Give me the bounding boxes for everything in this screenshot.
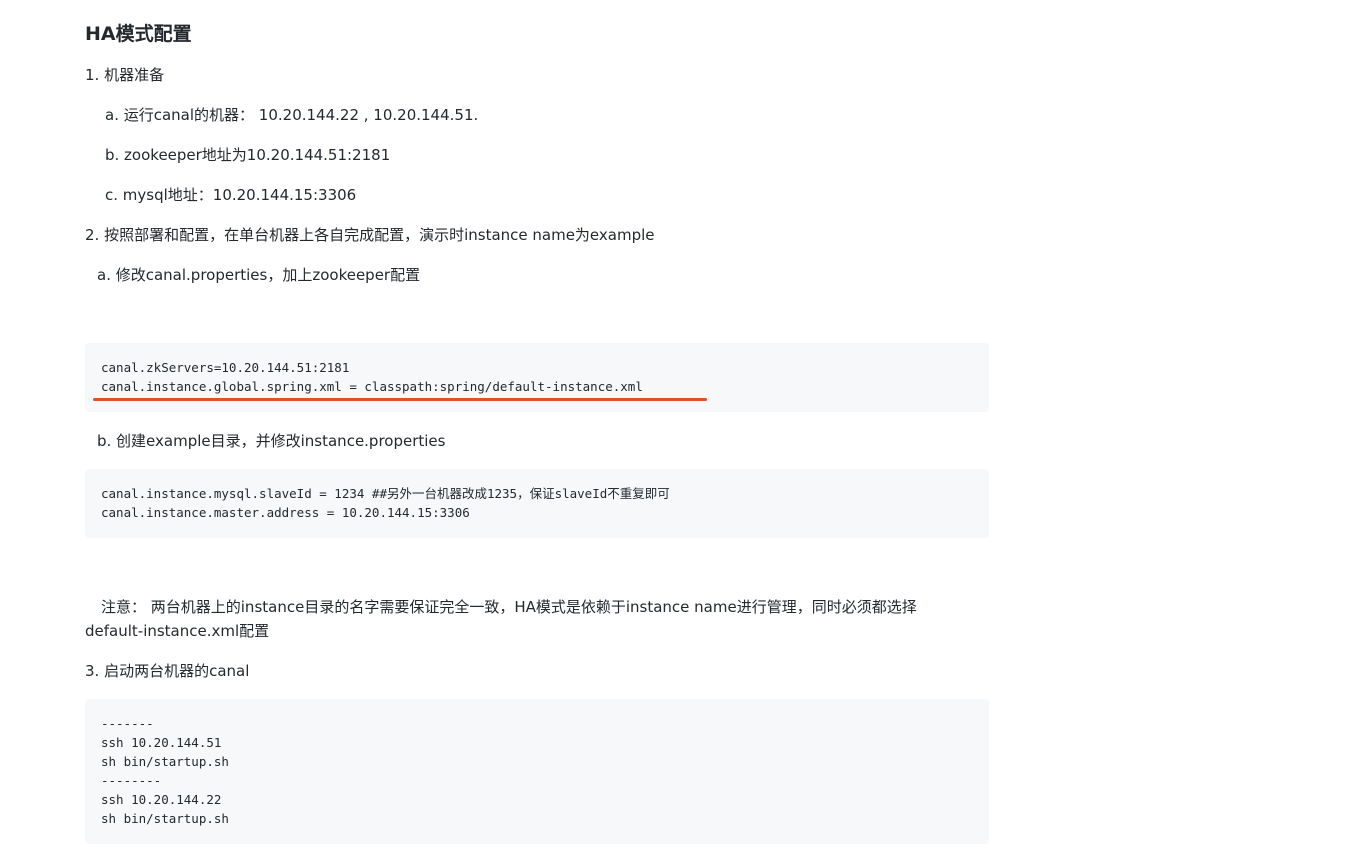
step-2-deploy-config: 2. 按照部署和配置，在单台机器上各自完成配置，演示时instance name…: [85, 226, 655, 244]
step-1-machine-prep: 1. 机器准备: [85, 66, 165, 84]
step-1c-mysql-address: c. mysql地址：10.20.144.15:3306: [105, 186, 357, 204]
highlight-underline: [93, 398, 707, 401]
code-line: ssh 10.20.144.51: [101, 735, 222, 750]
code-block-startup: ------- ssh 10.20.144.51 sh bin/startup.…: [85, 699, 989, 844]
code-line: canal.instance.global.spring.xml = class…: [101, 379, 643, 394]
note-line-1: 注意： 两台机器上的instance目录的名字需要保证完全一致，HA模式是依赖于…: [101, 598, 917, 616]
code-block-instance-properties: canal.instance.mysql.slaveId = 1234 ##另外…: [85, 469, 989, 538]
code-line: sh bin/startup.sh: [101, 811, 229, 826]
code-line: ssh 10.20.144.22: [101, 792, 222, 807]
code-line: canal.instance.master.address = 10.20.14…: [101, 505, 470, 520]
code-line: canal.instance.mysql.slaveId = 1234 ##另外…: [101, 486, 670, 501]
step-3-start-canal: 3. 启动两台机器的canal: [85, 662, 250, 680]
code-line: -------: [101, 716, 154, 731]
code-line: --------: [101, 773, 162, 788]
note-line-2: default-instance.xml配置: [85, 622, 270, 640]
code-line: sh bin/startup.sh: [101, 754, 229, 769]
code-line: canal.zkServers=10.20.144.51:2181: [101, 360, 350, 375]
step-1b-zookeeper-address: b. zookeeper地址为10.20.144.51:2181: [105, 146, 391, 164]
section-heading: HA模式配置: [85, 23, 192, 45]
code-block-canal-properties: canal.zkServers=10.20.144.51:2181 canal.…: [85, 343, 989, 412]
step-2b-create-example-dir: b. 创建example目录，并修改instance.properties: [97, 432, 446, 450]
step-2a-modify-canal-properties: a. 修改canal.properties，加上zookeeper配置: [97, 266, 421, 284]
step-1a-canal-machines: a. 运行canal的机器： 10.20.144.22 , 10.20.144.…: [105, 106, 479, 124]
